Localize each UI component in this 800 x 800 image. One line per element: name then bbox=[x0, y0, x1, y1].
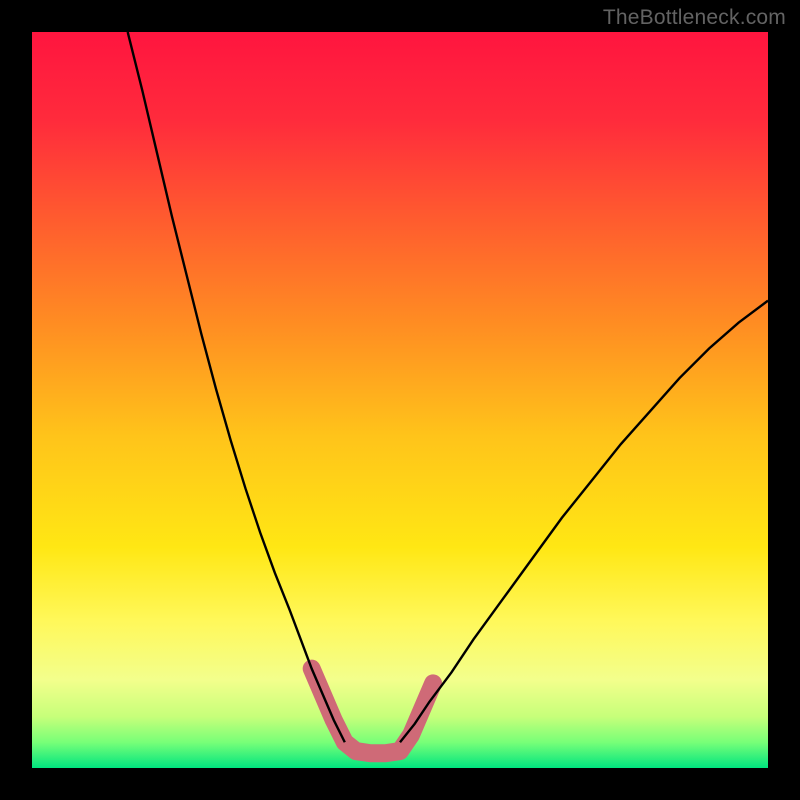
bottleneck-chart bbox=[0, 0, 800, 800]
chart-container: TheBottleneck.com bbox=[0, 0, 800, 800]
plot-background bbox=[32, 32, 768, 768]
watermark-text: TheBottleneck.com bbox=[603, 6, 786, 30]
